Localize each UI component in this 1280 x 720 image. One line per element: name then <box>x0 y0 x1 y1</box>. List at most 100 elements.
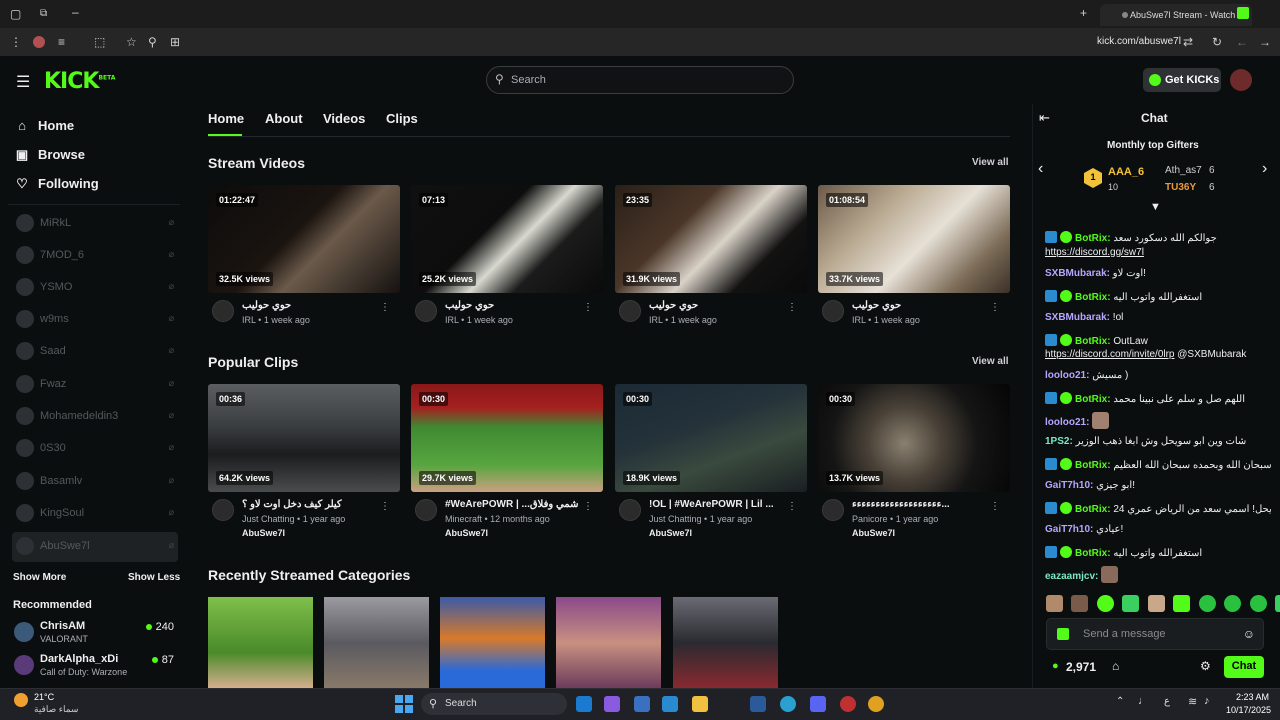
video-card[interactable]: 01:08:54 33.7K views حوي حوليب IRL • 1 we… <box>818 185 1010 335</box>
input-language[interactable]: ع <box>1164 696 1170 707</box>
channel-avatar[interactable] <box>822 499 844 521</box>
channel-avatar[interactable] <box>212 499 234 521</box>
reading-list-icon[interactable]: ≡ <box>58 35 65 49</box>
clip-owner[interactable]: AbuSwe7l <box>852 528 895 538</box>
active-tab[interactable]: AbuSwe7l Stream - Watch L <box>1100 4 1252 26</box>
browser-window-icon[interactable]: ▢ <box>10 7 21 21</box>
discord-icon[interactable] <box>810 696 826 712</box>
video-title[interactable]: حوي حوليب <box>242 300 382 311</box>
followed-channel[interactable]: 0S30 ⌀ <box>12 436 178 462</box>
temperature[interactable]: 21°C <box>34 692 54 702</box>
user-avatar[interactable] <box>1230 69 1252 91</box>
windows-start-icon[interactable] <box>395 695 413 713</box>
profile-icon[interactable] <box>33 36 45 48</box>
emote-icon[interactable] <box>1122 595 1140 612</box>
category-card-game[interactable] <box>673 597 778 689</box>
tray-expand-icon[interactable]: ⌃ <box>1116 696 1124 707</box>
file-explorer-icon[interactable] <box>692 696 708 712</box>
clip-thumbnail[interactable]: 00:30 29.7K views <box>411 384 603 492</box>
followed-channel[interactable]: Fwaz ⌀ <box>12 372 178 398</box>
kick-extension-icon[interactable] <box>1237 7 1249 19</box>
zoom-icon[interactable]: ⚲ <box>148 35 157 49</box>
channel-avatar[interactable] <box>415 300 437 322</box>
video-card[interactable]: 01:22:47 32.5K views حوي حوليب IRL • 1 we… <box>208 185 400 335</box>
app-icon[interactable] <box>750 696 766 712</box>
emoji-icon[interactable]: ☺ <box>1243 627 1255 641</box>
clip-title[interactable]: !OL | #WeArePOWR | Lil ... <box>649 499 789 510</box>
followed-channel[interactable]: Saad ⌀ <box>12 339 178 365</box>
more-options-icon[interactable]: ⋮ <box>990 501 1000 512</box>
emote-icon[interactable] <box>1249 595 1267 612</box>
video-title[interactable]: حوي حوليب <box>649 300 789 311</box>
followed-channel-active[interactable]: AbuSwe7l ⌀ <box>12 532 178 562</box>
emote-icon[interactable] <box>1275 595 1280 612</box>
store-icon[interactable] <box>662 696 678 712</box>
forward-icon[interactable]: → <box>1259 35 1271 49</box>
clip-owner[interactable]: AbuSwe7l <box>242 528 285 538</box>
followed-channel[interactable]: MiRkL ⌀ <box>12 211 178 237</box>
defender-icon[interactable] <box>634 696 650 712</box>
emote-icon[interactable] <box>1198 595 1216 612</box>
clip-card[interactable]: 00:30 29.7K views #WeArePOWR | ...شمي وفل… <box>411 384 603 544</box>
more-options-icon[interactable]: ⋮ <box>787 302 797 313</box>
emote-icon[interactable] <box>1071 595 1089 612</box>
category-card-gta[interactable] <box>324 597 429 689</box>
more-options-icon[interactable]: ⋮ <box>787 501 797 512</box>
chat-settings-icon[interactable]: ⚙ <box>1200 659 1211 673</box>
video-thumbnail[interactable]: 23:35 31.9K views <box>615 185 807 293</box>
translate-icon[interactable]: ⊞ <box>170 35 180 49</box>
kick-logo[interactable]: KICKBETA <box>44 69 115 94</box>
clip-thumbnail[interactable]: 00:30 13.7K views <box>818 384 1010 492</box>
url-text[interactable]: kick.com/abuswe7l <box>1097 36 1181 47</box>
category-card-just-chatting[interactable] <box>208 597 313 689</box>
video-card[interactable]: 23:35 31.9K views حوي حوليب IRL • 1 week … <box>615 185 807 335</box>
volume-icon[interactable]: ♪ <box>1204 695 1210 707</box>
video-thumbnail[interactable]: 01:08:54 33.7K views <box>818 185 1010 293</box>
taskbar-search[interactable]: ⚲ Search <box>421 693 567 715</box>
show-more-button[interactable]: Show More <box>13 572 66 583</box>
emote-icon[interactable] <box>1046 595 1063 612</box>
view-all-videos-link[interactable]: View all <box>972 157 1009 168</box>
clock-time[interactable]: 2:23 AM <box>1236 692 1269 702</box>
new-tab-icon[interactable]: + <box>1080 6 1087 20</box>
tab-search-icon[interactable]: ⧉ <box>40 7 47 21</box>
channel-avatar[interactable] <box>212 300 234 322</box>
sidebar-item-browse[interactable]: ▣ Browse <box>14 147 85 163</box>
chat-send-button[interactable]: Chat <box>1224 656 1264 678</box>
emote-icon[interactable] <box>1224 595 1242 612</box>
followed-channel[interactable]: w9ms ⌀ <box>12 307 178 333</box>
more-options-icon[interactable]: ⋮ <box>583 302 593 313</box>
menu-dots-icon[interactable]: ⋮ <box>10 35 22 49</box>
video-title[interactable]: حوي حوليب <box>445 300 585 311</box>
copilot-icon[interactable] <box>604 696 620 712</box>
weather-icon[interactable] <box>14 693 28 707</box>
recommended-channel[interactable]: DarkAlpha_xDi Call of Duty: Warzone 87 <box>12 651 178 679</box>
chrome-icon[interactable] <box>868 696 884 712</box>
more-options-icon[interactable]: ⋮ <box>380 302 390 313</box>
channel-avatar[interactable] <box>619 300 641 322</box>
emote-icon[interactable] <box>1173 595 1191 612</box>
channel-points[interactable]: 2,971 <box>1066 660 1096 674</box>
clip-title[interactable]: كيلر كيف دخل اوت لاو ؟ <box>242 499 382 510</box>
more-options-icon[interactable]: ⋮ <box>583 501 593 512</box>
gifters-prev-icon[interactable]: ‹ <box>1038 160 1043 178</box>
gifter-name[interactable]: AAA_6 <box>1108 166 1144 178</box>
clip-card[interactable]: 00:30 18.9K views !OL | #WeArePOWR | Lil … <box>615 384 807 544</box>
microphone-icon[interactable]: ♩ <box>1138 695 1149 707</box>
clip-thumbnail[interactable]: 00:30 18.9K views <box>615 384 807 492</box>
more-options-icon[interactable]: ⋮ <box>380 501 390 512</box>
channel-avatar[interactable] <box>619 499 641 521</box>
sidebar-item-following[interactable]: ♡ Following <box>14 176 98 192</box>
video-thumbnail[interactable]: 07:13 25.2K views <box>411 185 603 293</box>
recommended-channel[interactable]: ChrisAM VALORANT 240 <box>12 618 178 646</box>
more-options-icon[interactable]: ⋮ <box>990 302 1000 313</box>
emote-icon[interactable] <box>1096 595 1114 612</box>
extensions-icon[interactable]: ⬚ <box>94 35 105 49</box>
edge-icon[interactable] <box>780 696 796 712</box>
clip-title[interactable]: ءءءءءءءءءءءءءءءءءءء... <box>852 499 992 510</box>
clip-card[interactable]: 00:36 64.2K views كيلر كيف دخل اوت لاو ؟ … <box>208 384 400 544</box>
pinned-expand-icon[interactable]: ▼ <box>1150 201 1161 213</box>
channel-avatar[interactable] <box>822 300 844 322</box>
hamburger-menu-icon[interactable]: ☰ <box>16 72 30 92</box>
gifter-name[interactable]: TU36Y <box>1165 182 1196 193</box>
